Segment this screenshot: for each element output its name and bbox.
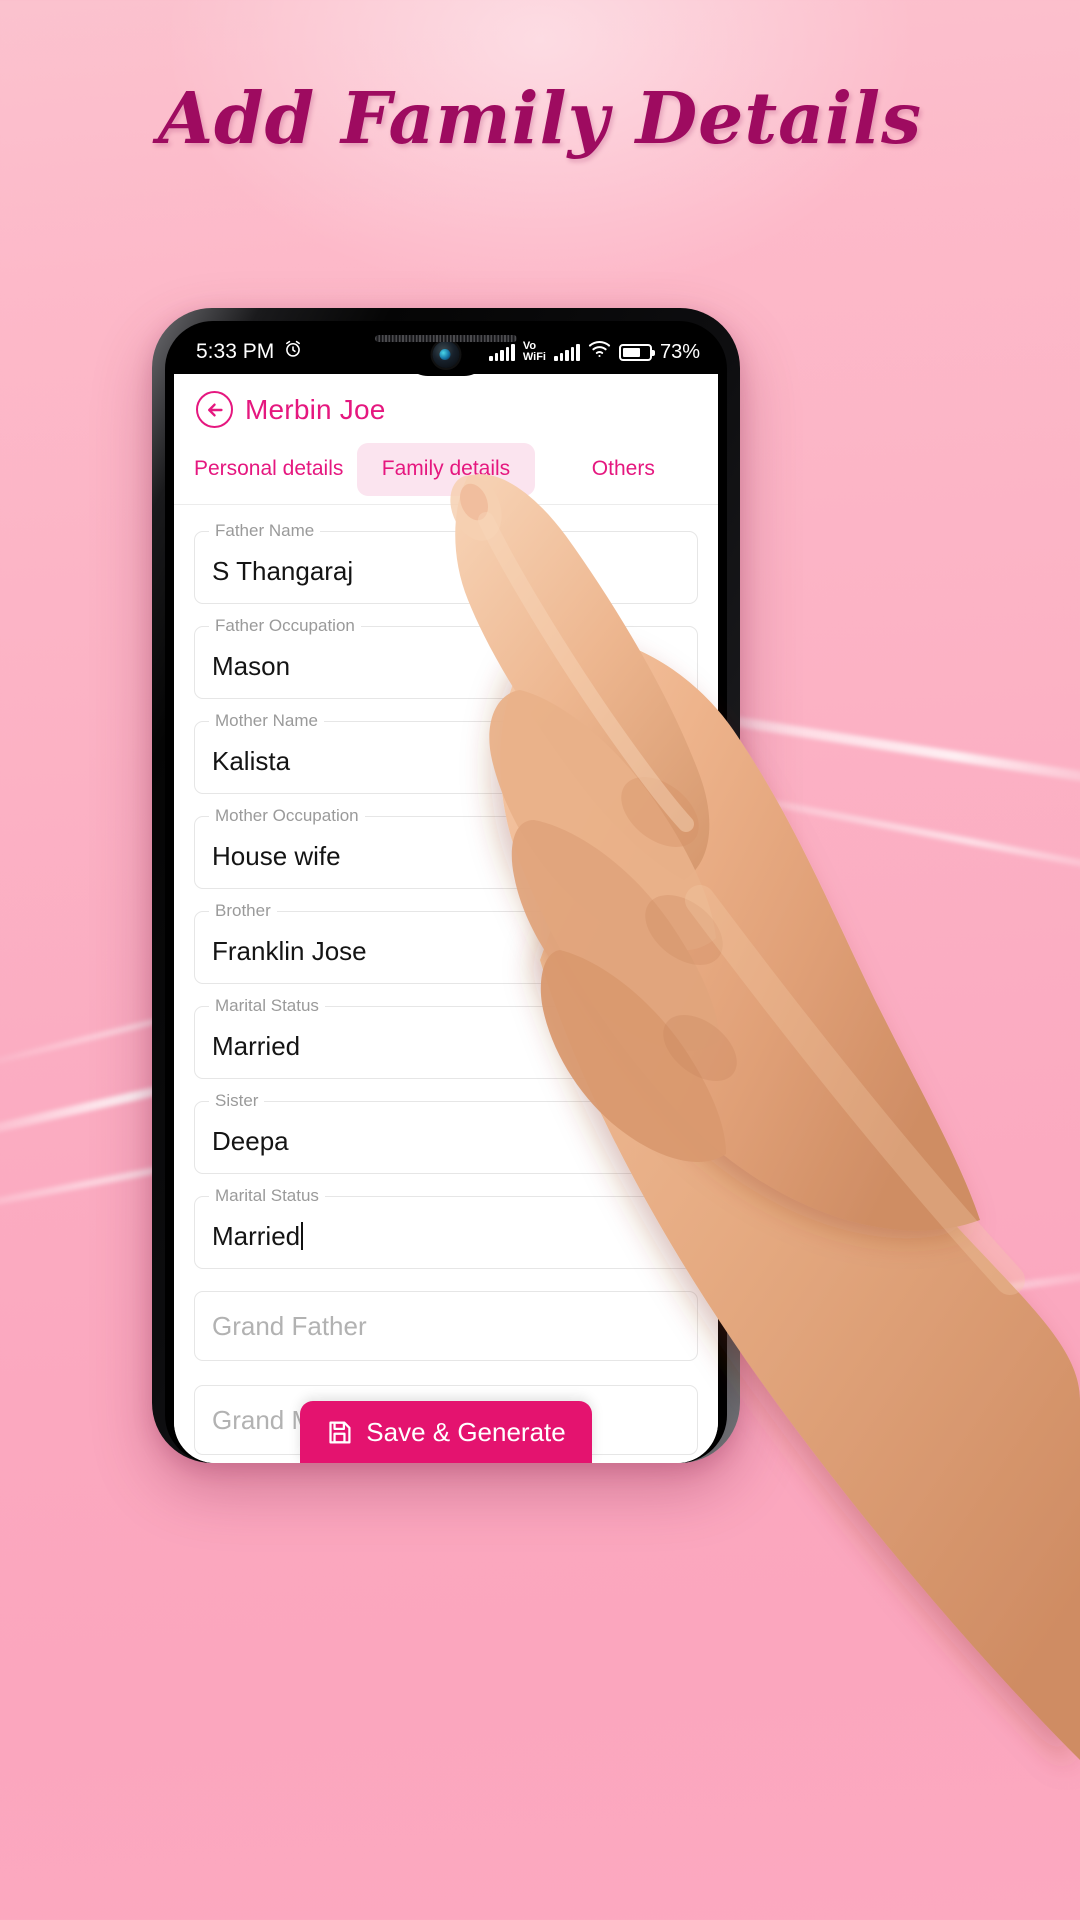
field-label: Mother Occupation bbox=[209, 806, 365, 826]
tab-personal-details[interactable]: Personal details bbox=[180, 443, 357, 496]
field-label: Brother bbox=[209, 901, 277, 921]
phone-screen: 5:33 PM Vo WiFi 73% Merbin Joe Personal … bbox=[174, 330, 718, 1463]
tab-bar: Personal details Family details Others bbox=[174, 443, 718, 505]
phone-power-button bbox=[737, 988, 740, 1096]
volte-wifi-icon: Vo WiFi bbox=[523, 341, 546, 363]
battery-percent-label: 73% bbox=[659, 340, 700, 363]
field-brother[interactable]: Brother Franklin Jose bbox=[194, 901, 698, 984]
field-value: Franklin Jose bbox=[212, 935, 367, 966]
phone-volume-button bbox=[737, 853, 740, 919]
family-details-form: Father Name S Thangaraj Father Occupatio… bbox=[174, 505, 718, 1463]
save-and-generate-button[interactable]: Save & Generate bbox=[300, 1401, 592, 1463]
signal-bars-sim1-icon bbox=[488, 343, 515, 361]
field-placeholder: Grand Father bbox=[212, 1311, 367, 1341]
status-time: 5:33 PM bbox=[196, 340, 275, 363]
field-grand-father[interactable]: Grand Father bbox=[194, 1291, 698, 1361]
back-arrow-circle-icon[interactable] bbox=[196, 391, 233, 428]
page-headline: Add Family Details bbox=[157, 76, 923, 160]
field-father-occupation[interactable]: Father Occupation Mason bbox=[194, 616, 698, 699]
field-value: Married bbox=[212, 1216, 303, 1250]
decor-swoosh-right-2 bbox=[773, 799, 1080, 884]
earpiece-grille bbox=[375, 335, 517, 342]
alarm-clock-icon bbox=[283, 339, 303, 365]
decor-swoosh-right-1 bbox=[721, 714, 1080, 792]
field-value: Deepa bbox=[212, 1125, 289, 1156]
floppy-disk-save-icon bbox=[326, 1419, 353, 1446]
field-father-name[interactable]: Father Name S Thangaraj bbox=[194, 521, 698, 604]
field-value: House wife bbox=[212, 840, 341, 871]
volte-label-line2: WiFi bbox=[522, 351, 546, 363]
status-bar-left: 5:33 PM bbox=[196, 339, 303, 365]
field-sister-marital-status[interactable]: Marital Status Married bbox=[194, 1186, 698, 1269]
status-bar-right: Vo WiFi 73% bbox=[488, 340, 700, 364]
app-content: Merbin Joe Personal details Family detai… bbox=[174, 374, 718, 1463]
battery-icon bbox=[618, 343, 655, 361]
field-brother-marital-status[interactable]: Marital Status Married bbox=[194, 996, 698, 1079]
field-label: Marital Status bbox=[209, 996, 325, 1016]
field-label: Mother Name bbox=[209, 711, 324, 731]
field-sister[interactable]: Sister Deepa bbox=[194, 1091, 698, 1174]
tab-family-details[interactable]: Family details bbox=[357, 443, 535, 496]
signal-bars-sim2-icon bbox=[554, 343, 580, 361]
field-value: S Thangaraj bbox=[212, 555, 354, 586]
field-label: Father Occupation bbox=[209, 616, 361, 636]
save-button-label: Save & Generate bbox=[366, 1416, 566, 1447]
front-camera-icon bbox=[432, 341, 460, 368]
field-mother-name[interactable]: Mother Name Kalista bbox=[194, 711, 698, 794]
app-bar: Merbin Joe bbox=[174, 374, 718, 443]
wifi-icon bbox=[588, 340, 611, 364]
field-mother-occupation[interactable]: Mother Occupation House wife bbox=[194, 806, 698, 889]
page-title: Merbin Joe bbox=[245, 393, 386, 425]
tab-others[interactable]: Others bbox=[535, 443, 712, 496]
field-label: Father Name bbox=[209, 521, 321, 541]
field-value: Married bbox=[212, 1030, 301, 1061]
decor-swoosh-right-3 bbox=[781, 1264, 1080, 1324]
phone-bezel: 5:33 PM Vo WiFi 73% Merbin Joe Personal … bbox=[165, 321, 727, 1463]
phone-mockup: 5:33 PM Vo WiFi 73% Merbin Joe Personal … bbox=[152, 308, 740, 1463]
field-value: Mason bbox=[212, 650, 291, 681]
field-label: Marital Status bbox=[209, 1186, 325, 1206]
field-label: Sister bbox=[209, 1091, 265, 1111]
field-value: Kalista bbox=[212, 745, 291, 776]
